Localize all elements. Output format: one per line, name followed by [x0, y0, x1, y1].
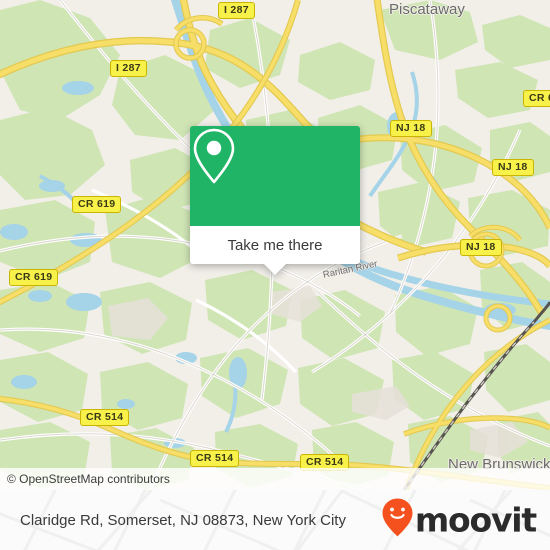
- moovit-logo: moovit: [381, 498, 537, 543]
- location-popup[interactable]: Take me there: [190, 126, 360, 275]
- take-me-there-button[interactable]: Take me there: [190, 226, 360, 264]
- road-shield-nj18-mid: NJ 18: [492, 159, 534, 176]
- road-shield-i287-top: I 287: [218, 2, 255, 19]
- road-shield-cr514-center: CR 514: [190, 450, 240, 467]
- map-screenshot: I 287 I 287 CR 619 CR 619 CR 514 CR 514 …: [0, 0, 550, 550]
- road-shield-nj18-lower: NJ 18: [460, 239, 502, 256]
- road-shield-cr619-upper: CR 619: [72, 196, 122, 213]
- road-shield-cr6-edge: CR 6: [523, 90, 550, 107]
- road-shield-cr619-lower: CR 619: [9, 269, 59, 286]
- road-shield-i287: I 287: [110, 60, 147, 77]
- moovit-pin-smiley-icon: [381, 498, 414, 543]
- popup-tail: [264, 264, 286, 275]
- road-shield-nj18-upper: NJ 18: [390, 120, 432, 137]
- place-label-piscataway: Piscataway: [389, 1, 465, 18]
- take-me-there-label: Take me there: [227, 236, 323, 254]
- attribution-text: © OpenStreetMap contributors: [7, 472, 170, 486]
- map-canvas[interactable]: I 287 I 287 CR 619 CR 619 CR 514 CR 514 …: [0, 0, 550, 490]
- footer-bar: Claridge Rd, Somerset, NJ 08873, New Yor…: [0, 490, 550, 550]
- address-text: Claridge Rd, Somerset, NJ 08873, New Yor…: [20, 511, 346, 529]
- popup-image-area: [190, 126, 360, 226]
- moovit-wordmark: moovit: [414, 500, 537, 540]
- map-attribution[interactable]: © OpenStreetMap contributors: [0, 468, 550, 490]
- road-shield-cr514-left: CR 514: [80, 409, 130, 426]
